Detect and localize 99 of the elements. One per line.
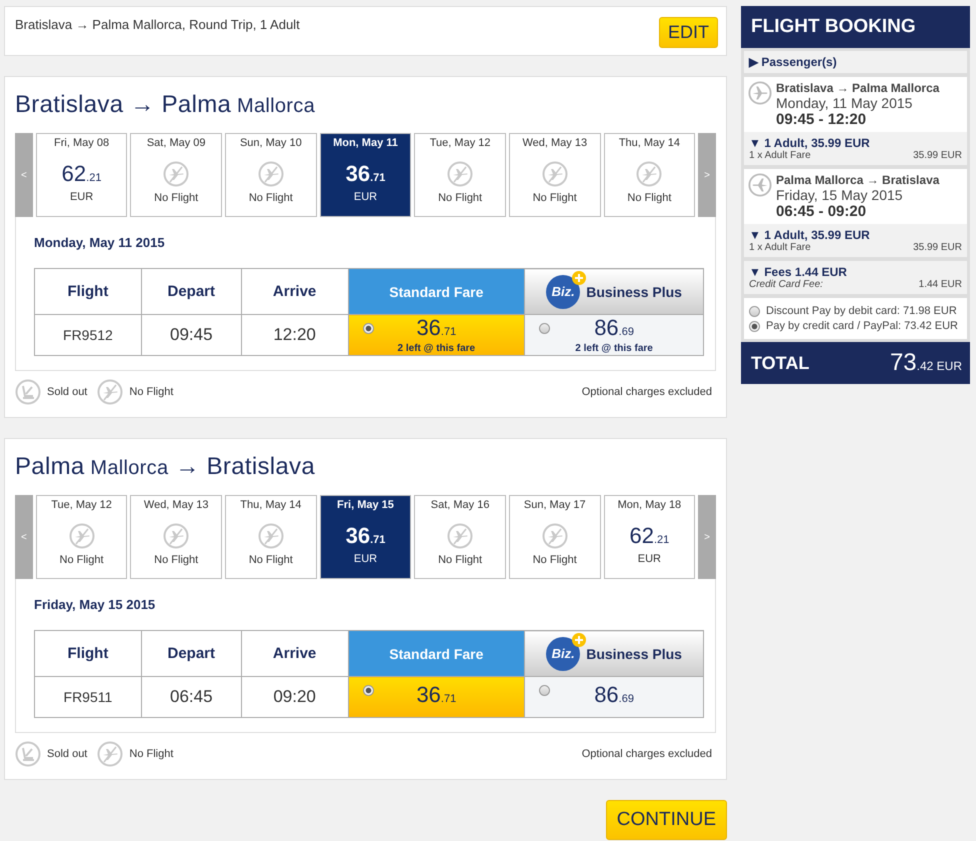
sold-out-icon xyxy=(15,741,41,767)
date-heading: Monday, May 11 2015 xyxy=(34,235,166,250)
payment-option-label: Discount Pay by debit card: 71.98 EUR xyxy=(766,305,957,317)
fare-line-amount: 35.99 EUR xyxy=(913,150,962,161)
fare-price: 36.71 xyxy=(416,316,456,342)
biz-logo: Biz. xyxy=(546,274,580,308)
segment-date: Friday, 15 May 2015 xyxy=(776,187,904,203)
no-flight-icon xyxy=(258,523,284,549)
continue-button[interactable]: CONTINUE xyxy=(606,800,727,840)
segment-date: Monday, 11 May 2015 xyxy=(776,95,914,111)
no-flight-icon xyxy=(68,523,95,549)
no-flight-icon xyxy=(636,161,662,187)
segment-route: Palma Mallorca → Bratislava xyxy=(776,173,940,187)
column-header: Depart xyxy=(141,268,242,314)
column-header: Flight xyxy=(34,268,142,314)
flight-number: FR9511 xyxy=(34,676,142,718)
sold-out-icon xyxy=(15,379,41,405)
date-tab[interactable]: Thu, May 14 No Flight xyxy=(604,133,696,217)
fare-line-label: 1 x Adult Fare xyxy=(749,150,811,161)
fare-line-label: 1 x Adult Fare xyxy=(749,242,811,253)
fare-price: 36.71 xyxy=(416,684,456,709)
depart-time: 06:45 xyxy=(141,676,242,718)
fare-price: 86.69 xyxy=(594,316,634,342)
biz-logo: Biz. xyxy=(546,636,580,670)
date-tab[interactable]: Wed, May 13 No Flight xyxy=(130,495,222,579)
date-tab[interactable]: Fri, May 08 62.21 EUR xyxy=(36,133,128,217)
legend-label: No Flight xyxy=(129,386,174,398)
column-header: Depart xyxy=(141,630,242,676)
date-tab[interactable]: Sun, May 17 No Flight xyxy=(508,495,601,579)
date-tab[interactable]: Sat, May 16 No Flight xyxy=(414,495,506,579)
seats-left: 2 left @ this fare xyxy=(575,342,653,354)
segment-route: Bratislava → Palma Mallorca xyxy=(776,81,940,95)
date-heading: Friday, May 15 2015 xyxy=(34,597,156,612)
no-flight-icon xyxy=(163,523,190,549)
fare-radio[interactable] xyxy=(362,685,374,696)
seats-left: 2 left @ this fare xyxy=(398,342,476,354)
fare-radio[interactable] xyxy=(539,323,550,334)
segment-times: 09:45 - 12:20 xyxy=(776,111,868,128)
column-header: Arrive xyxy=(241,268,348,314)
legend-label: Sold out xyxy=(47,386,88,398)
date-tab[interactable]: Mon, May 11 36.71 EUR xyxy=(320,133,412,217)
edit-button[interactable]: EDIT xyxy=(658,17,718,48)
date-tab[interactable]: Wed, May 13 No Flight xyxy=(508,133,601,217)
no-flight-icon xyxy=(97,741,124,767)
fare-option[interactable]: 86.69 2 left @ this fare xyxy=(524,314,704,356)
payment-radio[interactable] xyxy=(749,306,760,316)
segment-times: 06:45 - 09:20 xyxy=(776,203,868,220)
charges-note: Optional charges excluded xyxy=(582,386,712,398)
fee-line-amount: 1.44 EUR xyxy=(918,279,962,290)
legend-label: No Flight xyxy=(129,748,174,760)
depart-time: 09:45 xyxy=(141,314,242,356)
plus-icon xyxy=(572,270,586,284)
payment-option-label: Pay by credit card / PayPal: 73.42 EUR xyxy=(766,320,958,332)
fare-name: Business Plus xyxy=(586,646,682,662)
arrive-time: 12:20 xyxy=(241,314,348,356)
no-flight-icon xyxy=(258,161,284,187)
fare-summary-toggle[interactable]: ▼ 1 Adult, 35.99 EUR xyxy=(749,228,870,242)
fare-name: Standard Fare xyxy=(389,646,484,662)
fare-name: Business Plus xyxy=(586,284,682,300)
total-label: TOTAL xyxy=(751,352,810,374)
fare-radio[interactable] xyxy=(539,685,550,696)
search-summary: Bratislava → Palma Mallorca, Round Trip, 1 Adult xyxy=(15,17,300,32)
date-tab[interactable]: Tue, May 12 No Flight xyxy=(414,133,506,217)
fare-summary-toggle[interactable]: ▼ 1 Adult, 35.99 EUR xyxy=(749,136,870,150)
no-flight-icon xyxy=(542,523,568,549)
fare-option[interactable]: 36.71 2 left @ this fare xyxy=(348,314,525,356)
date-tab[interactable]: Fri, May 15 36.71 EUR xyxy=(320,495,412,579)
fare-price: 86.69 xyxy=(594,684,634,709)
no-flight-icon xyxy=(97,379,124,405)
fees-toggle[interactable]: ▼ Fees 1.44 EUR xyxy=(749,265,847,279)
payment-radio[interactable] xyxy=(749,320,760,332)
total-amount: 73.42 EUR xyxy=(890,349,962,377)
plane-icon xyxy=(748,81,772,105)
booking-title: FLIGHT BOOKING xyxy=(741,6,970,48)
plus-icon xyxy=(572,632,586,646)
fare-radio[interactable] xyxy=(362,323,374,334)
no-flight-icon xyxy=(542,161,568,187)
date-tab[interactable]: Sun, May 10 No Flight xyxy=(225,133,317,217)
fare-line-amount: 35.99 EUR xyxy=(913,242,962,253)
date-tab[interactable]: Thu, May 14 No Flight xyxy=(225,495,317,579)
no-flight-icon xyxy=(163,161,190,187)
fare-option[interactable]: 86.69 xyxy=(524,676,704,718)
plane-icon xyxy=(748,173,772,197)
date-tab[interactable]: Mon, May 18 62.21 EUR xyxy=(604,495,696,579)
flight-number: FR9512 xyxy=(34,314,142,356)
charges-note: Optional charges excluded xyxy=(582,748,712,760)
route-title: Bratislava → Palma Mallorca xyxy=(15,91,316,119)
column-header: Arrive xyxy=(241,630,348,676)
no-flight-icon xyxy=(447,161,474,187)
fee-line-label: Credit Card Fee: xyxy=(749,279,823,290)
fare-name: Standard Fare xyxy=(389,284,484,300)
fare-option[interactable]: 36.71 xyxy=(348,676,525,718)
date-tab[interactable]: Tue, May 12 No Flight xyxy=(36,495,128,579)
column-header: Flight xyxy=(34,630,142,676)
route-title: Palma Mallorca → Bratislava xyxy=(15,453,316,481)
date-tab[interactable]: Sat, May 09 No Flight xyxy=(130,133,222,217)
no-flight-icon xyxy=(447,523,474,549)
arrive-time: 09:20 xyxy=(241,676,348,718)
legend-label: Sold out xyxy=(47,748,88,760)
